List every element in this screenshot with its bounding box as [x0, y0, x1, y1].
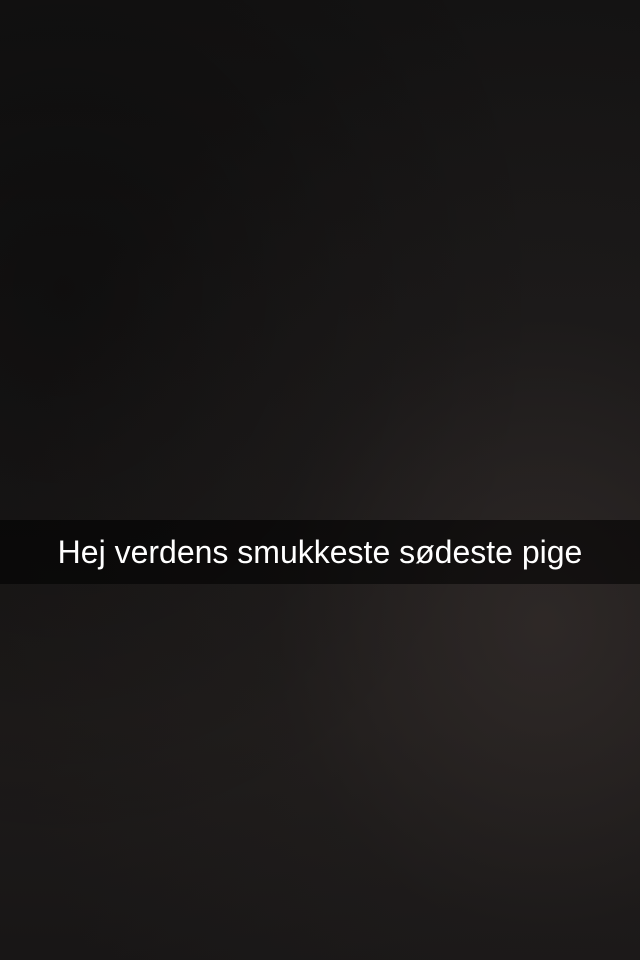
caption-text: Hej verdens smukkeste sødeste pige [57, 533, 583, 570]
caption-bar[interactable]: Hej verdens smukkeste sødeste pige [0, 520, 640, 584]
snap-photo-background [0, 0, 640, 960]
